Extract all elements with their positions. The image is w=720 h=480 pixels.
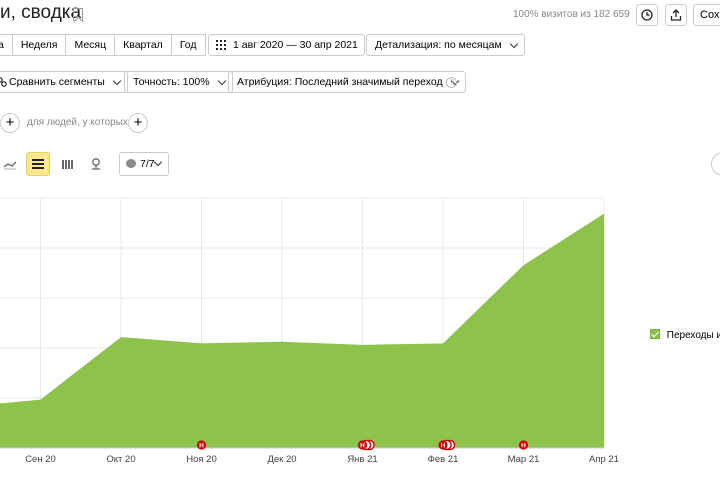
chevron-down-icon [217, 76, 226, 86]
visits-info: 100% визитов из 182 659 [513, 9, 630, 20]
history-button[interactable] [636, 4, 658, 26]
compare-label: Сравнить сегменты [9, 76, 105, 88]
calendar-icon [216, 40, 226, 50]
map-pin-icon [92, 158, 100, 170]
save-button[interactable]: Сохр [693, 4, 720, 26]
legend-item[interactable]: Переходы из [650, 329, 720, 341]
detail-label: Детализация: по месяцам [375, 39, 502, 51]
area-chart-button[interactable] [26, 152, 50, 176]
x-tick-label: Фев 21 [428, 454, 459, 465]
add-segment-button[interactable]: + [0, 113, 20, 133]
bar-chart-button[interactable] [56, 152, 80, 176]
period-selector: а Неделя Месяц Квартал Год [0, 34, 206, 56]
comment-bubble-icon [126, 159, 136, 168]
bar-chart-icon [62, 160, 73, 169]
stacked-area-icon [32, 159, 44, 169]
x-tick-label: Апр 21 [589, 454, 619, 465]
event-marker-glyph: H [521, 443, 526, 450]
line-chart-icon [3, 161, 17, 170]
attribution-label: Атрибуция: Последний значимый переход [237, 76, 443, 88]
date-range-label: 1 авг 2020 — 30 апр 2021 [233, 39, 358, 51]
export-icon [670, 9, 682, 21]
chevron-down-icon [153, 157, 163, 167]
x-tick-label: Янв 21 [347, 454, 377, 465]
x-tick-label: Сен 20 [25, 454, 56, 465]
x-tick-label: Мар 21 [508, 454, 540, 465]
x-tick-label: Ноя 20 [186, 454, 217, 465]
area-series [0, 213, 604, 448]
event-marker-glyph: H [199, 443, 204, 450]
people-filter-label: для людей, у которых [27, 117, 128, 128]
comments-dropdown[interactable]: 7/7 [119, 152, 169, 176]
legend-checkbox[interactable] [650, 329, 660, 339]
period-quarter-button[interactable]: Квартал [114, 34, 172, 56]
line-chart-button[interactable] [0, 152, 22, 176]
date-range-button[interactable]: 1 авг 2020 — 30 апр 2021 [208, 34, 365, 56]
period-week-button[interactable]: Неделя [11, 34, 67, 56]
comments-count: 7/7 [140, 158, 155, 170]
compare-segments-dropdown[interactable]: Сравнить сегменты [0, 71, 128, 93]
event-marker-glyph: H [360, 443, 365, 450]
detail-dropdown[interactable]: Детализация: по месяцам [366, 34, 525, 56]
help-icon[interactable]: ? [446, 77, 457, 88]
segments-icon [0, 77, 7, 87]
attribution-dropdown[interactable]: Атрибуция: Последний значимый переход [228, 71, 466, 93]
x-tick-label: Дек 20 [267, 454, 296, 465]
area-chart: Сен 20 Окт 20 Ноя 20 Дек 20 Янв 21 Фев 21 Мар … [0, 197, 619, 465]
chevron-down-icon [509, 39, 518, 49]
bookmark-icon[interactable] [73, 8, 83, 21]
page-title: и, сводка [0, 2, 82, 23]
export-button[interactable] [665, 4, 687, 26]
period-year-button[interactable]: Год [170, 34, 206, 56]
accuracy-dropdown[interactable]: Точность: 100% [124, 71, 233, 93]
legend-label: Переходы из [666, 330, 720, 341]
chart-settings-button[interactable] [711, 152, 720, 176]
event-marker-glyph: H [441, 443, 446, 450]
clock-icon [641, 9, 653, 21]
add-condition-button[interactable]: + [128, 113, 148, 133]
x-tick-label: Окт 20 [106, 454, 135, 465]
map-button[interactable] [84, 152, 108, 176]
accuracy-label: Точность: 100% [133, 76, 210, 88]
chevron-down-icon [112, 76, 122, 86]
period-month-button[interactable]: Месяц [65, 34, 116, 56]
